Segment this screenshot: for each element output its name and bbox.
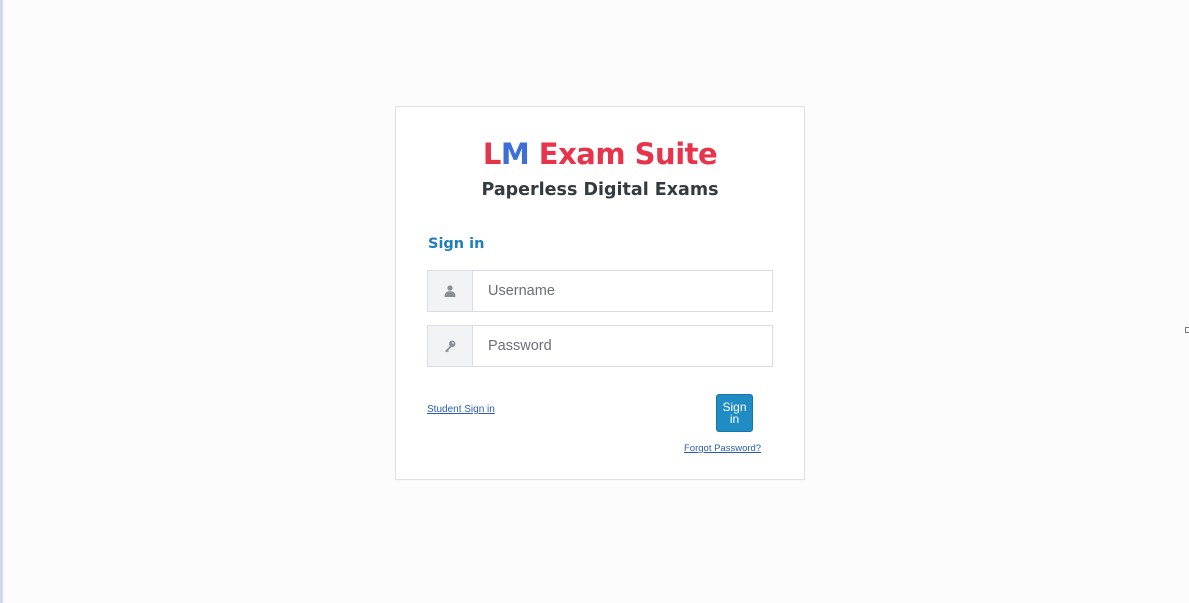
- tagline: Paperless Digital Exams: [481, 180, 719, 200]
- sign-in-button[interactable]: Sign in: [716, 394, 753, 432]
- user-icon: [428, 271, 473, 311]
- signin-heading: Sign in: [428, 236, 485, 252]
- brand-name: Exam Suite: [529, 137, 718, 171]
- forgot-password-link[interactable]: Forgot Password?: [684, 443, 761, 454]
- key-icon: [428, 326, 473, 366]
- brand-letter-m: M: [500, 137, 530, 171]
- password-input-group: [427, 325, 773, 367]
- login-card: LM Exam Suite Paperless Digital Exams Si…: [395, 106, 805, 480]
- brand-logo: LM Exam Suite: [396, 137, 804, 171]
- window-edge-handle: [1185, 327, 1189, 333]
- brand-letter-l: L: [482, 137, 501, 171]
- password-input[interactable]: [473, 326, 772, 366]
- login-page: LM Exam Suite Paperless Digital Exams Si…: [0, 0, 1189, 603]
- student-sign-in-link[interactable]: Student Sign in: [427, 404, 495, 415]
- username-input-group: [427, 270, 773, 312]
- username-input[interactable]: [473, 271, 772, 311]
